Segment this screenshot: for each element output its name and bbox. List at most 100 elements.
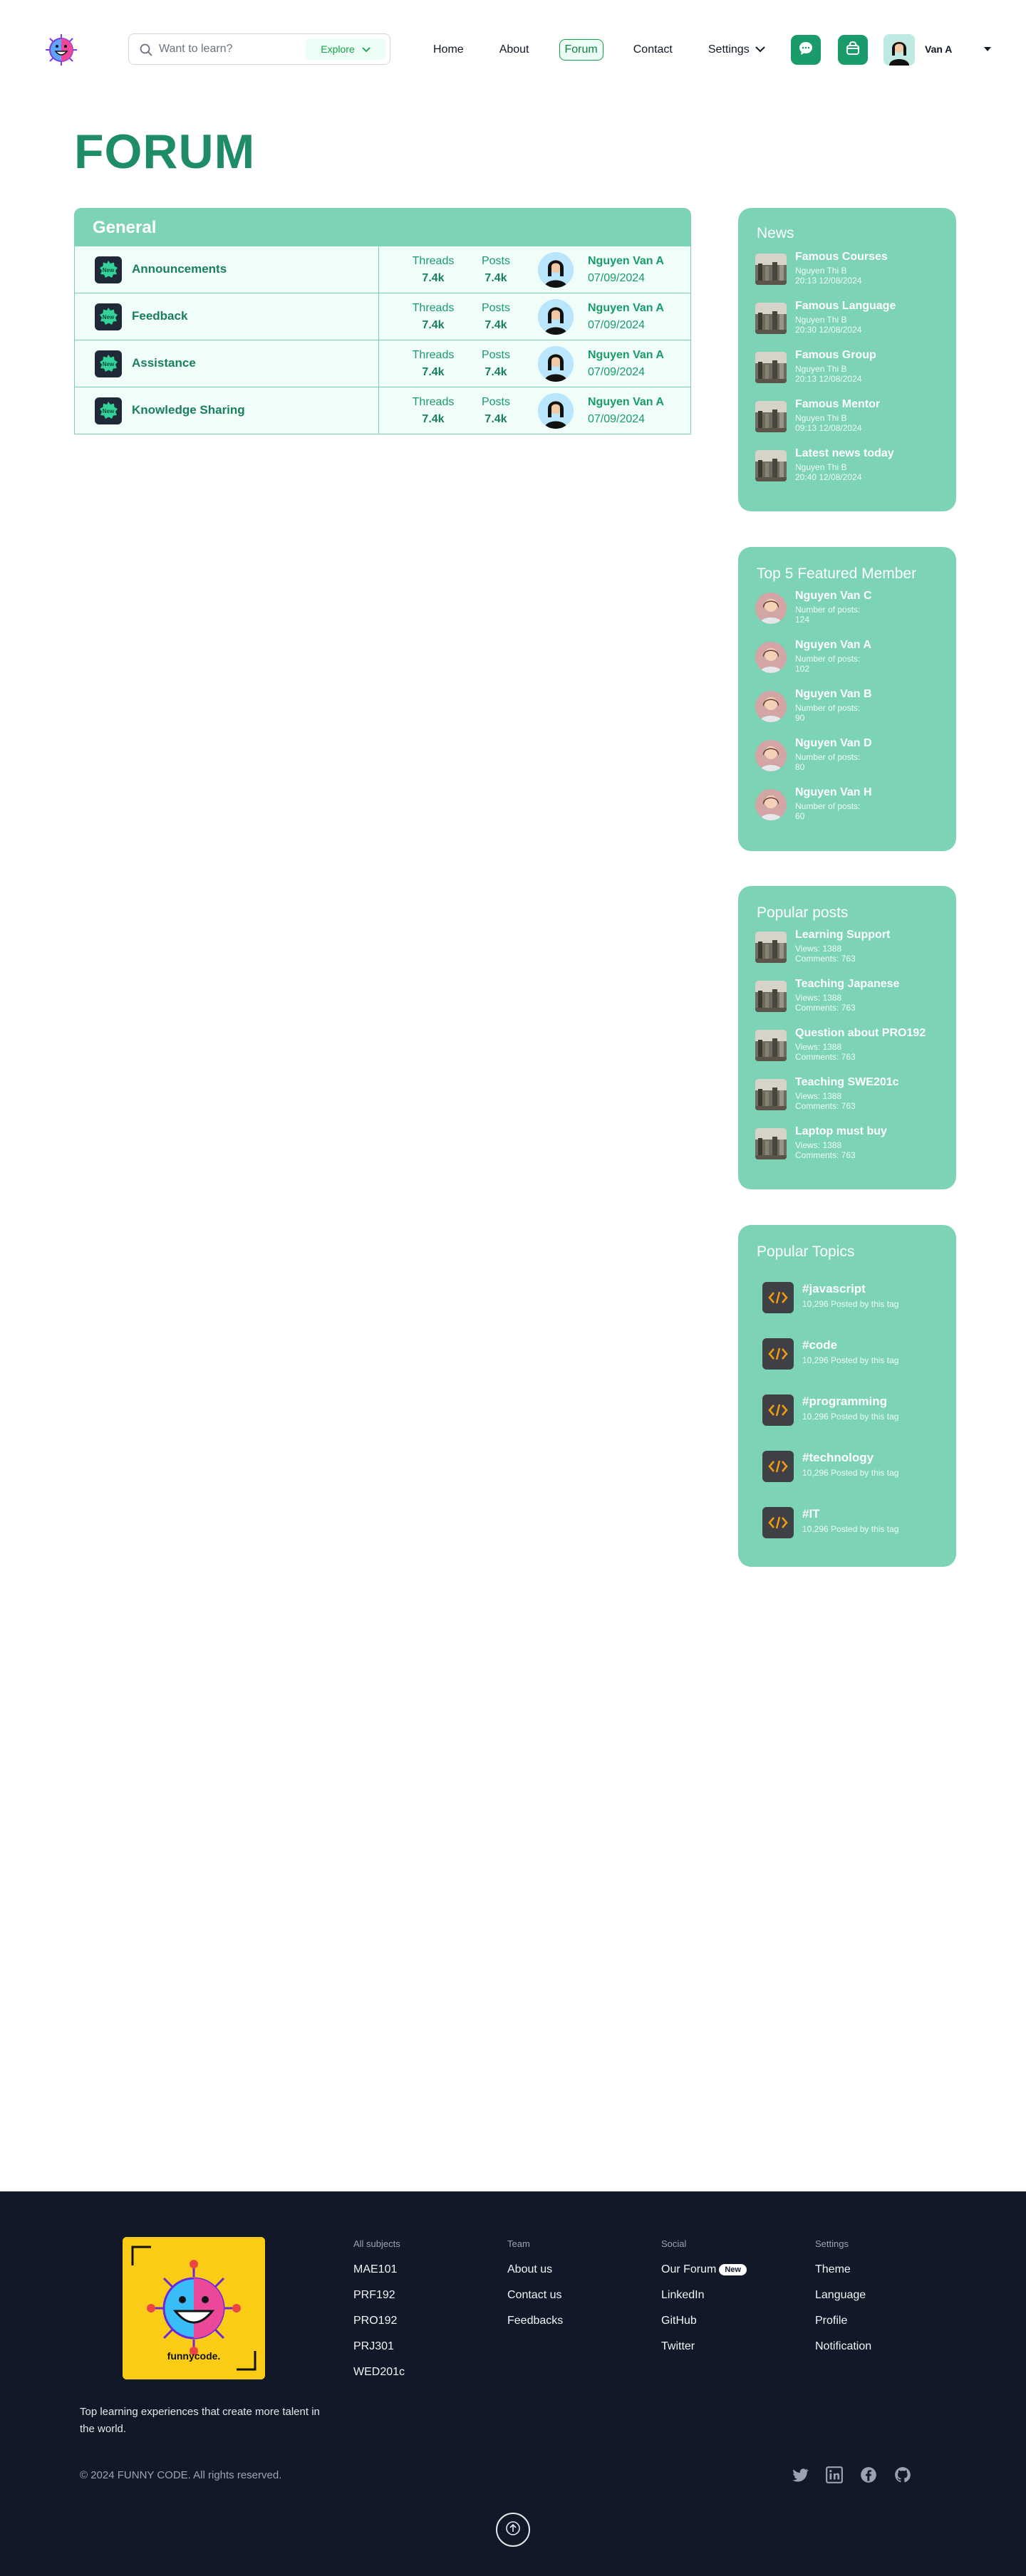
facebook-icon[interactable] xyxy=(859,2466,878,2484)
forum-row[interactable]: New Knowledge Sharing Threads 7.4k Posts 7.4k… xyxy=(74,387,691,434)
nav-forum[interactable]: Forum xyxy=(559,39,603,61)
last-post-user[interactable]: Nguyen Van A xyxy=(588,300,664,317)
footer-link[interactable]: PRJ301 xyxy=(353,2340,405,2353)
avatar[interactable] xyxy=(538,252,574,288)
news-item[interactable]: Famous Language Nguyen Thi B 20:30 12/08/2… xyxy=(755,300,940,338)
footer-link[interactable]: PRO192 xyxy=(353,2315,405,2327)
post-title[interactable]: Question about PRO192 xyxy=(795,1027,926,1040)
footer-link-label: LinkedIn xyxy=(661,2289,705,2301)
posts-value: 7.4k xyxy=(484,413,507,425)
nav-home[interactable]: Home xyxy=(428,39,470,61)
back-to-top-button[interactable] xyxy=(496,2513,530,2547)
last-post-user[interactable]: Nguyen Van A xyxy=(588,347,664,364)
logo[interactable] xyxy=(41,30,81,70)
member-name[interactable]: Nguyen Van B xyxy=(795,688,872,701)
footer-link[interactable]: Our Forum New xyxy=(661,2263,747,2276)
topic-tag[interactable]: #code xyxy=(802,1338,837,1352)
last-post-user[interactable]: Nguyen Van A xyxy=(588,253,664,270)
post-title[interactable]: Teaching Japanese xyxy=(795,978,899,991)
footer-link[interactable]: GitHub xyxy=(661,2315,747,2327)
post-title[interactable]: Teaching SWE201c xyxy=(795,1076,899,1089)
news-item[interactable]: Famous Mentor Nguyen Thi B 09:13 12/08/202… xyxy=(755,398,940,437)
news-item[interactable]: Latest news today Nguyen Thi B 20:40 12/08… xyxy=(755,447,940,486)
last-post-date: 07/09/2024 xyxy=(588,319,646,331)
forum-row[interactable]: New Feedback Threads 7.4k Posts 7.4k Nguyen Va… xyxy=(74,293,691,340)
news-item-title[interactable]: Famous Language xyxy=(795,300,896,313)
member-name[interactable]: Nguyen Van C xyxy=(795,590,872,603)
caret-down-icon[interactable] xyxy=(983,44,992,53)
forum-section-header: General xyxy=(74,208,691,246)
popular-post-item[interactable]: Learning Support Views: 1388 Comments: 763 xyxy=(755,929,940,967)
avatar[interactable] xyxy=(884,34,915,66)
popular-post-item[interactable]: Teaching Japanese Views: 1388 Comments: 76… xyxy=(755,978,940,1016)
member-name[interactable]: Nguyen Van A xyxy=(795,639,871,652)
post-title[interactable]: Learning Support xyxy=(795,929,890,942)
news-item-title[interactable]: Latest news today xyxy=(795,447,894,460)
member-name[interactable]: Nguyen Van H xyxy=(795,786,872,799)
forum-row-title[interactable]: Announcements xyxy=(132,262,227,276)
footer-link[interactable]: Theme xyxy=(815,2263,871,2276)
footer-link[interactable]: WED201c xyxy=(353,2366,405,2379)
explore-dropdown[interactable]: Explore xyxy=(306,38,385,60)
news-item[interactable]: Famous Courses Nguyen Thi B 20:13 12/08/20… xyxy=(755,251,940,289)
github-icon[interactable] xyxy=(893,2466,912,2484)
topic-item[interactable]: #programming 10,296 Posted by this tag xyxy=(755,1392,940,1430)
footer-link[interactable]: Language xyxy=(815,2289,871,2302)
member-name[interactable]: Nguyen Van D xyxy=(795,737,872,750)
forum-row-title[interactable]: Assistance xyxy=(132,356,196,370)
news-item-title[interactable]: Famous Group xyxy=(795,349,876,362)
footer-link[interactable]: Feedbacks xyxy=(507,2315,563,2327)
nav-settings[interactable]: Settings xyxy=(703,39,771,61)
member-item[interactable]: Nguyen Van A Number of posts: 102 xyxy=(755,639,940,677)
news-item-title[interactable]: Famous Courses xyxy=(795,251,888,264)
post-thumbnail xyxy=(755,1030,787,1061)
forum-row-title[interactable]: Feedback xyxy=(132,309,187,323)
topic-item[interactable]: #technology 10,296 Posted by this tag xyxy=(755,1448,940,1486)
footer-link[interactable]: About us xyxy=(507,2263,563,2276)
forum-row[interactable]: New Assistance Threads 7.4k Posts 7.4k Nguyen … xyxy=(74,340,691,387)
user-name[interactable]: Van A xyxy=(925,43,952,55)
member-item[interactable]: Nguyen Van C Number of posts: 124 xyxy=(755,590,940,628)
linkedin-icon[interactable] xyxy=(825,2466,844,2484)
avatar[interactable] xyxy=(538,393,574,429)
news-item-author: Nguyen Thi B xyxy=(795,413,847,423)
shop-button[interactable] xyxy=(838,35,868,65)
avatar[interactable] xyxy=(538,299,574,335)
news-card: News Famous Courses Nguyen Thi B 20:13 12/… xyxy=(738,208,956,511)
nav-contact[interactable]: Contact xyxy=(628,39,678,61)
member-item[interactable]: Nguyen Van D Number of posts: 80 xyxy=(755,737,940,776)
topic-item[interactable]: #javascript 10,296 Posted by this tag xyxy=(755,1279,940,1318)
search-input[interactable] xyxy=(159,38,287,60)
topic-tag[interactable]: #technology xyxy=(802,1451,874,1465)
forum-row-title[interactable]: Knowledge Sharing xyxy=(132,403,245,417)
popular-post-item[interactable]: Laptop must buy Views: 1388 Comments: 763 xyxy=(755,1125,940,1164)
topic-item[interactable]: #code 10,296 Posted by this tag xyxy=(755,1335,940,1374)
footer-link[interactable]: Profile xyxy=(815,2315,871,2327)
footer-link[interactable]: LinkedIn xyxy=(661,2289,747,2302)
chat-button[interactable] xyxy=(791,35,821,65)
footer-column: Settings Theme Language Profile Notification xyxy=(815,2238,871,2366)
avatar[interactable] xyxy=(538,346,574,382)
footer-link[interactable]: PRF192 xyxy=(353,2289,405,2302)
last-post-user[interactable]: Nguyen Van A xyxy=(588,394,664,411)
popular-post-item[interactable]: Question about PRO192 Views: 1388 Comments… xyxy=(755,1027,940,1065)
post-title[interactable]: Laptop must buy xyxy=(795,1125,887,1138)
topic-tag[interactable]: #programming xyxy=(802,1394,887,1409)
member-item[interactable]: Nguyen Van H Number of posts: 60 xyxy=(755,786,940,825)
topic-tag[interactable]: #IT xyxy=(802,1507,820,1521)
member-item[interactable]: Nguyen Van B Number of posts: 90 xyxy=(755,688,940,726)
footer-link[interactable]: Twitter xyxy=(661,2340,747,2353)
footer-link[interactable]: Notification xyxy=(815,2340,871,2353)
topic-item[interactable]: #IT 10,296 Posted by this tag xyxy=(755,1504,940,1543)
nav-about[interactable]: About xyxy=(494,39,535,61)
twitter-icon[interactable] xyxy=(791,2466,809,2484)
footer-logo[interactable]: funnycode. xyxy=(123,2237,265,2379)
popular-post-item[interactable]: Teaching SWE201c Views: 1388 Comments: 763 xyxy=(755,1076,940,1115)
topic-tag[interactable]: #javascript xyxy=(802,1282,866,1296)
footer-link[interactable]: Contact us xyxy=(507,2289,563,2302)
news-item[interactable]: Famous Group Nguyen Thi B 20:13 12/08/2024 xyxy=(755,349,940,387)
forum-row[interactable]: New Announcements Threads 7.4k Posts 7.4k Nguy… xyxy=(74,246,691,293)
footer-link[interactable]: MAE101 xyxy=(353,2263,405,2276)
news-item-meta: Nguyen Thi B 20:13 12/08/2024 xyxy=(795,364,861,384)
news-item-title[interactable]: Famous Mentor xyxy=(795,398,880,411)
